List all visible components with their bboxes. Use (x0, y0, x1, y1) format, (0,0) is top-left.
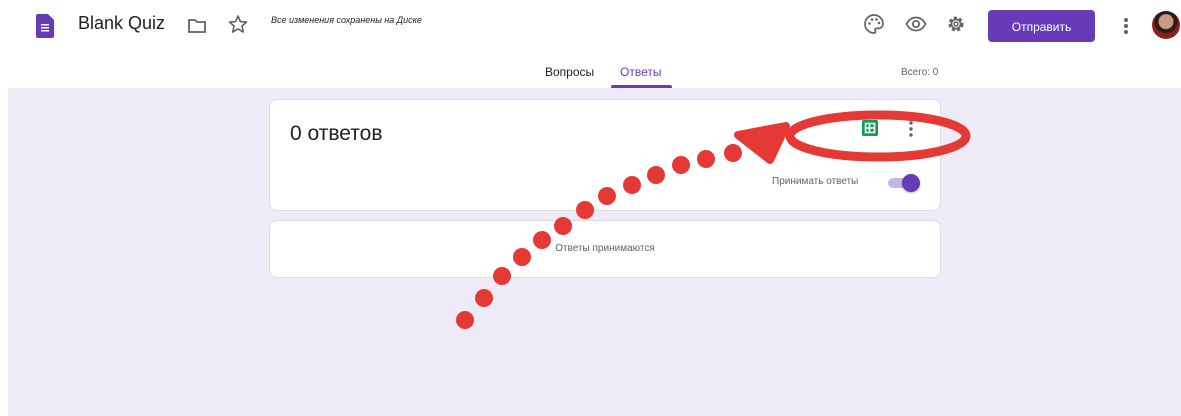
star-icon[interactable] (227, 13, 249, 35)
toggle-knob (902, 174, 920, 192)
more-vert-icon[interactable] (903, 118, 919, 140)
accepting-status-text: Ответы принимаются (555, 243, 655, 254)
avatar[interactable] (1152, 11, 1180, 39)
form-title[interactable]: Blank Quiz (78, 13, 165, 34)
folder-icon[interactable] (186, 15, 208, 37)
palette-icon[interactable] (863, 13, 885, 35)
gear-icon[interactable] (945, 13, 967, 35)
forms-icon[interactable] (36, 14, 54, 38)
top-bar: Blank Quiz Все изменения сохранены на Ди… (0, 0, 1181, 54)
tabs-bar: Вопросы Ответы Всего: 0 (0, 54, 1181, 88)
accept-responses-label: Принимать ответы (772, 176, 859, 187)
tab-questions[interactable]: Вопросы (545, 65, 594, 79)
accepting-status-card: Ответы принимаются (269, 220, 941, 278)
sheets-icon[interactable] (862, 120, 878, 136)
responses-count: 0 ответов (290, 122, 383, 145)
tab-responses[interactable]: Ответы (620, 65, 661, 79)
eye-icon[interactable] (905, 13, 927, 35)
save-status: Все изменения сохранены на Диске (271, 15, 422, 25)
accept-responses-toggle[interactable] (886, 173, 922, 193)
total-count: Всего: 0 (901, 67, 939, 78)
more-vert-icon[interactable] (1116, 14, 1136, 38)
send-button[interactable]: Отправить (988, 10, 1095, 42)
responses-summary-card: 0 ответов Принимать ответы (269, 99, 941, 211)
